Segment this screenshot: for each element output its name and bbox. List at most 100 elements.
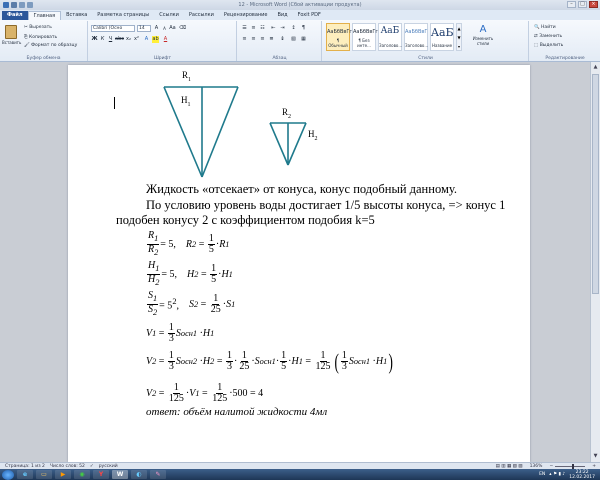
- ribbon: Вставить ✂ Вырезать ⎘ Копировать 🖌 Форма…: [0, 20, 600, 62]
- shrink-font-icon[interactable]: A: [161, 25, 168, 32]
- taskbar-yandex-icon[interactable]: Y: [93, 470, 109, 479]
- tab-insert[interactable]: Вставка: [61, 11, 92, 20]
- taskbar-paint-icon[interactable]: ✎: [150, 470, 166, 479]
- align-left-icon[interactable]: ≡: [241, 36, 248, 43]
- style-heading-2[interactable]: AaБбВвГ Заголово...: [404, 23, 428, 51]
- subscript-icon[interactable]: x₂: [125, 36, 132, 43]
- tray-icons[interactable]: ▴ ⚑ ▮ ♪: [549, 472, 565, 477]
- zoom-slider[interactable]: [555, 464, 586, 469]
- style-title[interactable]: AaБ Название: [430, 23, 454, 51]
- justify-icon[interactable]: ≣: [268, 36, 275, 43]
- tab-home[interactable]: Главная: [27, 11, 62, 20]
- change-styles-label: Изменить стили: [472, 36, 494, 46]
- find-button[interactable]: 🔍 Найти: [534, 25, 556, 30]
- shading-icon[interactable]: ▧: [290, 36, 297, 43]
- underline-icon[interactable]: Ч: [107, 36, 114, 43]
- window-controls: – □ ×: [567, 1, 598, 8]
- multilevel-list-icon[interactable]: ☷: [259, 25, 266, 32]
- change-case-icon[interactable]: Aa: [169, 25, 176, 32]
- label-r2-sub: 2: [288, 113, 292, 120]
- spellcheck-icon[interactable]: ✓: [90, 464, 94, 469]
- close-icon[interactable]: ×: [589, 1, 598, 8]
- change-styles-button[interactable]: A Изменить стили: [468, 24, 498, 46]
- language[interactable]: русский: [99, 464, 118, 469]
- scroll-thumb[interactable]: [592, 74, 599, 294]
- strikethrough-icon[interactable]: abc: [115, 36, 124, 43]
- doc-line-2: По условию уровень воды достигает 1/5 вы…: [146, 198, 506, 212]
- text-effects-icon[interactable]: A: [143, 36, 150, 43]
- italic-icon[interactable]: К: [99, 36, 106, 43]
- copy-button[interactable]: ⎘ Копировать: [24, 34, 57, 40]
- taskbar-chrome-icon[interactable]: ◉: [74, 470, 90, 479]
- word-count[interactable]: Число слов: 52: [50, 464, 85, 469]
- superscript-icon[interactable]: x²: [133, 36, 140, 43]
- format-painter-button[interactable]: 🖌 Формат по образцу: [24, 43, 77, 48]
- bullets-icon[interactable]: ☰: [241, 25, 248, 32]
- label-h1-sub: 1: [187, 101, 191, 108]
- label-r1-sub: 1: [188, 76, 192, 83]
- clear-format-icon[interactable]: ⌫: [179, 25, 186, 32]
- tab-references[interactable]: Ссылки: [154, 11, 184, 20]
- clock[interactable]: 23:22 12.02.2017: [569, 470, 595, 480]
- word-window: 12 - Microsoft Word (Сбой активации прод…: [0, 0, 600, 480]
- label-h1: H1: [181, 95, 191, 108]
- editing-group: 🔍 Найти ⇄ Заменить ⬚ Выделить Редактиров…: [530, 21, 600, 61]
- bold-icon[interactable]: Ж: [91, 36, 98, 43]
- decrease-indent-icon[interactable]: ⇤: [270, 25, 277, 32]
- cut-button[interactable]: ✂ Вырезать: [24, 25, 52, 30]
- styles-scroll[interactable]: ▲ ▼ ▾: [456, 23, 462, 51]
- cut-label: Вырезать: [29, 25, 52, 30]
- font-size-combo[interactable]: 14: [137, 25, 151, 32]
- style-no-spacing[interactable]: AaБбВвГг, ¶ Без инте...: [352, 23, 380, 51]
- font-name-combo[interactable]: Calibri (Осно: [91, 25, 135, 32]
- line-spacing-icon[interactable]: ↨: [279, 36, 286, 43]
- style-sample: AaБбВвГ: [405, 29, 428, 35]
- styles-group-label: Стили: [418, 56, 433, 61]
- select-label: Выделить: [539, 43, 564, 48]
- increase-indent-icon[interactable]: ⇥: [279, 25, 286, 32]
- align-center-icon[interactable]: ≡: [250, 36, 257, 43]
- page-count[interactable]: Страница: 1 из 2: [5, 464, 45, 469]
- align-right-icon[interactable]: ≡: [259, 36, 266, 43]
- tab-page-layout[interactable]: Разметка страницы: [92, 11, 154, 20]
- font-group-label: Шрифт: [153, 56, 172, 61]
- borders-icon[interactable]: ▦: [300, 36, 307, 43]
- sort-icon[interactable]: ↕: [290, 25, 297, 32]
- numbering-icon[interactable]: ≡: [250, 25, 257, 32]
- taskbar-word-icon[interactable]: W: [112, 470, 128, 479]
- grow-font-icon[interactable]: A: [153, 25, 160, 32]
- label-r2: R2: [282, 107, 291, 120]
- input-language[interactable]: EN: [539, 472, 545, 477]
- formula-v2-result: V2 = 1 125 · V 1 = 1 125·500 = 4: [146, 382, 264, 404]
- style-name: Заголово...: [379, 43, 403, 48]
- tab-foxit-pdf[interactable]: Foxit PDF: [293, 11, 326, 20]
- start-button-icon[interactable]: [2, 469, 14, 480]
- style-heading-1[interactable]: AaБ Заголово...: [378, 23, 402, 51]
- scroll-down-icon[interactable]: ▼: [592, 453, 599, 460]
- title-bar: 12 - Microsoft Word (Сбой активации прод…: [0, 0, 600, 10]
- tab-view[interactable]: Вид: [273, 11, 293, 20]
- select-button[interactable]: ⬚ Выделить: [534, 43, 563, 48]
- document-page[interactable]: R1 H1 R2 H2 Жидкость «отсекает» от конус…: [68, 65, 530, 462]
- paste-button[interactable]: Вставить: [2, 23, 21, 51]
- vertical-scrollbar[interactable]: ▲ ▼: [590, 62, 600, 462]
- taskbar-ie-icon[interactable]: e: [17, 470, 33, 479]
- formula-v1: V1 = 1 3 Sосн1 · H 1: [146, 322, 215, 344]
- minimize-icon[interactable]: –: [567, 1, 576, 8]
- tab-review[interactable]: Рецензирование: [219, 11, 273, 20]
- style-normal[interactable]: AaБбВвГг, ¶ Обычный: [326, 23, 354, 51]
- highlight-icon[interactable]: ab: [152, 36, 159, 43]
- style-sample: AaБ: [431, 26, 454, 39]
- taskbar-explorer-icon[interactable]: ▭: [36, 470, 52, 479]
- show-marks-icon[interactable]: ¶: [300, 25, 307, 32]
- tab-file[interactable]: Файл: [2, 11, 28, 20]
- scroll-up-icon[interactable]: ▲: [592, 64, 599, 71]
- taskbar-app-icon[interactable]: ◐: [131, 470, 147, 479]
- window-title: 12 - Microsoft Word (Сбой активации прод…: [238, 2, 362, 8]
- tab-mailings[interactable]: Рассылки: [184, 11, 219, 20]
- maximize-icon[interactable]: □: [578, 1, 587, 8]
- clipboard-group: Вставить ✂ Вырезать ⎘ Копировать 🖌 Форма…: [0, 21, 88, 61]
- taskbar-media-icon[interactable]: ▶: [55, 470, 71, 479]
- replace-button[interactable]: ⇄ Заменить: [534, 34, 562, 39]
- font-color-icon[interactable]: A: [162, 36, 169, 43]
